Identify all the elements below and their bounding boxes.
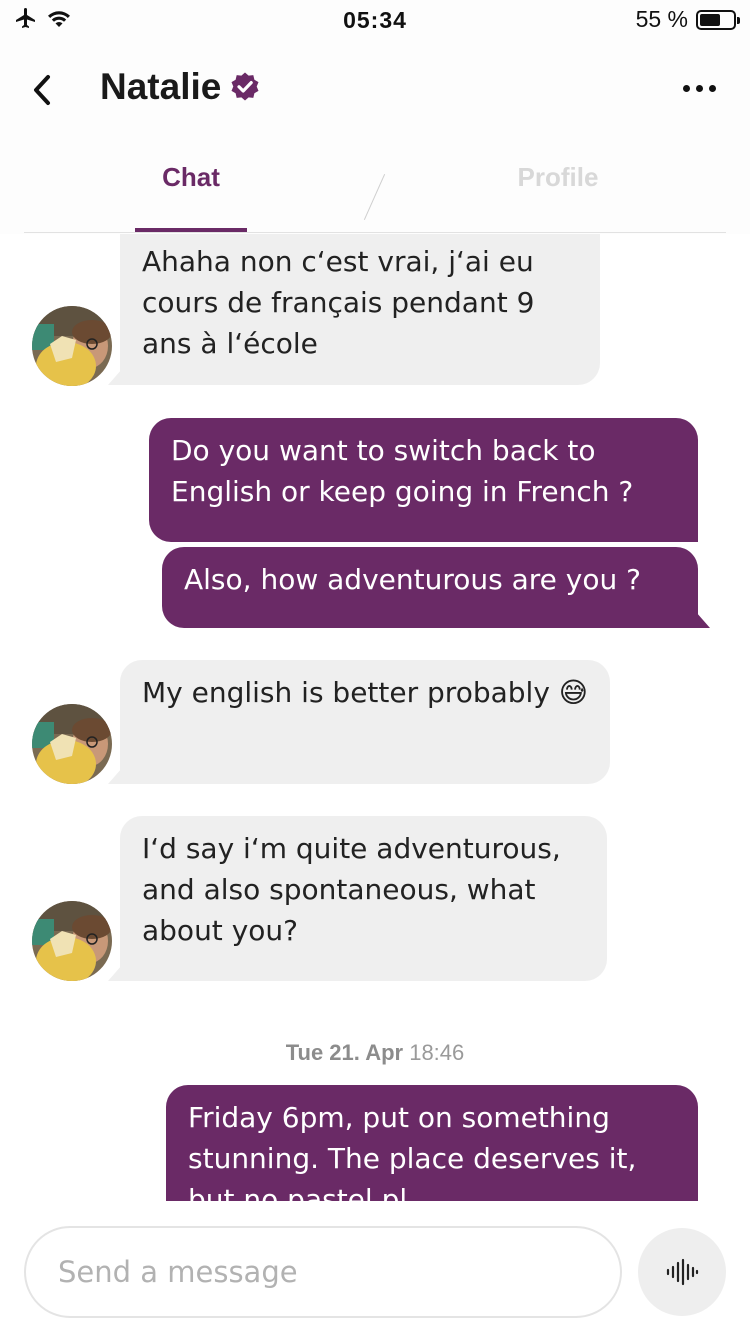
separator-time: 18:46 [409, 1040, 465, 1065]
more-dot-icon [708, 84, 716, 92]
avatar-photo [32, 901, 112, 981]
contact-avatar[interactable] [32, 901, 112, 981]
more-dot-icon [695, 84, 703, 92]
outgoing-message[interactable]: Friday 6pm, put on something stunning. T… [166, 1085, 698, 1201]
outgoing-message[interactable]: Also, how adventurous are you ? [162, 547, 710, 628]
separator-date: Tue 21. Apr [285, 1040, 404, 1065]
incoming-message[interactable]: Ahaha non c‘est vrai, j‘ai eu cours de f… [108, 234, 600, 385]
more-options-button[interactable] [674, 68, 724, 108]
message-list[interactable]: Ahaha non c‘est vrai, j‘ai eu cours de f… [0, 234, 750, 1201]
chevron-left-icon [34, 75, 50, 105]
voice-message-button[interactable] [638, 1228, 726, 1316]
tab-bar: Chat Profile [0, 142, 750, 234]
incoming-message[interactable]: My english is better probably 😅 [108, 660, 610, 784]
battery-level [700, 13, 720, 26]
back-button[interactable] [22, 66, 62, 114]
date-separator: Tue 21. Apr 18:46 [0, 1040, 750, 1066]
status-right: 55 % [635, 6, 740, 33]
audio-waveform-icon [666, 1258, 699, 1286]
contact-avatar[interactable] [32, 306, 112, 386]
battery-percentage: 55 % [635, 6, 688, 32]
status-bar: 05:34 55 % [0, 0, 750, 42]
contact-title[interactable]: Natalie [100, 66, 261, 108]
contact-name: Natalie [100, 66, 222, 107]
contact-avatar[interactable] [32, 704, 112, 784]
battery-icon [696, 9, 740, 30]
tab-chat[interactable]: Chat [136, 162, 246, 193]
avatar-photo [32, 306, 112, 386]
message-input[interactable] [24, 1226, 622, 1318]
tab-profile[interactable]: Profile [500, 162, 616, 193]
more-dot-icon [682, 84, 690, 92]
tab-bar-divider [24, 232, 726, 233]
outgoing-message[interactable]: Do you want to switch back to English or… [149, 418, 698, 542]
verified-badge-icon [231, 72, 259, 101]
message-composer [0, 1201, 750, 1334]
avatar-photo [32, 704, 112, 784]
chat-header: Natalie [0, 42, 750, 142]
incoming-message[interactable]: I‘d say i‘m quite adventurous, and also … [108, 816, 607, 981]
tab-divider [363, 173, 386, 221]
